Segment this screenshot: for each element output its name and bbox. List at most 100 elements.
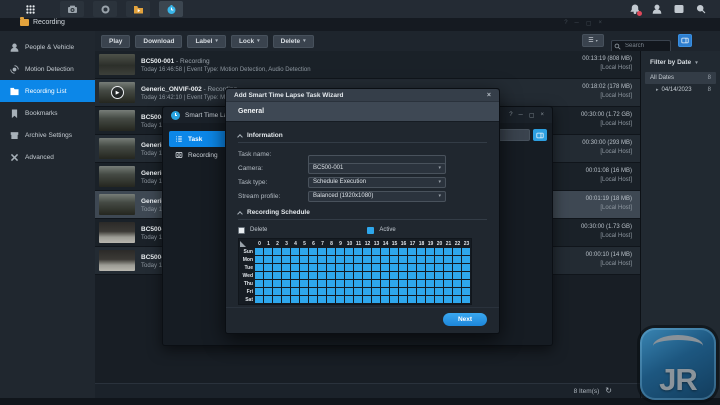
maximize-icon[interactable]: ▢ xyxy=(529,112,535,119)
schedule-cell-active[interactable] xyxy=(444,296,453,304)
schedule-cell-active[interactable] xyxy=(309,288,318,296)
schedule-cell-active[interactable] xyxy=(453,280,462,288)
schedule-cell-active[interactable] xyxy=(300,296,309,304)
schedule-cell-active[interactable] xyxy=(318,264,327,272)
delete-button[interactable]: Delete▾ xyxy=(273,35,314,48)
schedule-cell-active[interactable] xyxy=(408,256,417,264)
recording-thumbnail[interactable] xyxy=(99,194,135,215)
close-icon[interactable]: × xyxy=(540,112,544,119)
schedule-cell-active[interactable] xyxy=(309,280,318,288)
grid-hour-label[interactable]: 7 xyxy=(318,239,327,248)
schedule-cell-active[interactable] xyxy=(336,296,345,304)
schedule-cell-active[interactable] xyxy=(273,280,282,288)
schedule-cell-active[interactable] xyxy=(327,280,336,288)
schedule-cell-active[interactable] xyxy=(462,272,471,280)
schedule-cell-active[interactable] xyxy=(435,248,444,256)
notifications-icon[interactable] xyxy=(629,4,640,15)
schedule-cell-active[interactable] xyxy=(354,248,363,256)
grid-hour-label[interactable]: 1 xyxy=(264,239,273,248)
schedule-cell-active[interactable] xyxy=(318,272,327,280)
schedule-cell-active[interactable] xyxy=(363,296,372,304)
grid-hour-label[interactable]: 14 xyxy=(381,239,390,248)
schedule-cell-active[interactable] xyxy=(426,248,435,256)
schedule-cell-active[interactable] xyxy=(282,256,291,264)
sidebar-item-advanced[interactable]: Advanced xyxy=(0,146,95,168)
schedule-cell-active[interactable] xyxy=(462,248,471,256)
schedule-cell-active[interactable] xyxy=(372,280,381,288)
schedule-cell-active[interactable] xyxy=(291,288,300,296)
sidebar-item-recording-list[interactable]: Recording List xyxy=(0,80,95,102)
schedule-cell-active[interactable] xyxy=(399,280,408,288)
schedule-cell-active[interactable] xyxy=(462,296,471,304)
expand-arrow-icon[interactable]: ▸ xyxy=(656,87,659,93)
schedule-cell-active[interactable] xyxy=(444,280,453,288)
schedule-cell-active[interactable] xyxy=(255,256,264,264)
schedule-cell-active[interactable] xyxy=(399,264,408,272)
filter-item-all-dates[interactable]: All Dates8 xyxy=(645,72,716,84)
schedule-cell-active[interactable] xyxy=(462,288,471,296)
schedule-cell-active[interactable] xyxy=(390,264,399,272)
schedule-cell-active[interactable] xyxy=(417,248,426,256)
taskbar-app-time-lapse-app-icon[interactable] xyxy=(159,1,183,17)
schedule-cell-active[interactable] xyxy=(327,256,336,264)
sidebar-item-motion-detection[interactable]: Motion Detection xyxy=(0,58,95,80)
schedule-cell-active[interactable] xyxy=(372,296,381,304)
schedule-cell-active[interactable] xyxy=(399,272,408,280)
recording-thumbnail[interactable] xyxy=(99,138,135,159)
grid-hour-label[interactable]: 2 xyxy=(273,239,282,248)
schedule-cell-active[interactable] xyxy=(399,288,408,296)
schedule-cell-active[interactable] xyxy=(345,280,354,288)
taskbar-app-snapshot-app-icon[interactable] xyxy=(93,1,117,17)
download-button[interactable]: Download xyxy=(135,35,182,48)
view-mode-button[interactable]: ☰▾ xyxy=(582,34,604,47)
help-icon[interactable]: ? xyxy=(509,112,512,119)
minimize-icon[interactable]: ─ xyxy=(519,112,523,119)
minimize-icon[interactable]: ─ xyxy=(575,20,579,27)
search-icon[interactable] xyxy=(695,4,706,15)
schedule-cell-active[interactable] xyxy=(390,256,399,264)
schedule-cell-active[interactable] xyxy=(381,256,390,264)
play-button[interactable]: Play xyxy=(101,35,130,48)
schedule-cell-active[interactable] xyxy=(264,280,273,288)
grid-hour-label[interactable]: 13 xyxy=(372,239,381,248)
grid-day-label[interactable]: Fri xyxy=(239,288,255,296)
label-button[interactable]: Label▾ xyxy=(187,35,226,48)
schedule-cell-active[interactable] xyxy=(282,272,291,280)
schedule-cell-active[interactable] xyxy=(291,264,300,272)
popup-menu-item-task[interactable]: Task xyxy=(169,131,231,147)
grid-hour-label[interactable]: 3 xyxy=(282,239,291,248)
schedule-cell-active[interactable] xyxy=(327,288,336,296)
schedule-cell-active[interactable] xyxy=(309,272,318,280)
grid-hour-label[interactable]: 17 xyxy=(408,239,417,248)
schedule-cell-active[interactable] xyxy=(291,296,300,304)
schedule-cell-active[interactable] xyxy=(318,256,327,264)
schedule-cell-active[interactable] xyxy=(399,296,408,304)
grid-day-label[interactable]: Sat xyxy=(239,296,255,304)
schedule-cell-active[interactable] xyxy=(255,272,264,280)
main-menu-icon[interactable] xyxy=(22,1,38,17)
task-type-select[interactable]: Schedule Execution▾ xyxy=(308,177,446,188)
grid-day-label[interactable]: Thu xyxy=(239,280,255,288)
schedule-cell-active[interactable] xyxy=(255,296,264,304)
grid-hour-label[interactable]: 5 xyxy=(300,239,309,248)
schedule-cell-active[interactable] xyxy=(399,256,408,264)
schedule-cell-active[interactable] xyxy=(309,256,318,264)
grid-hour-label[interactable]: 8 xyxy=(327,239,336,248)
grid-hour-label[interactable]: 19 xyxy=(426,239,435,248)
schedule-cell-active[interactable] xyxy=(291,280,300,288)
schedule-cell-active[interactable] xyxy=(345,288,354,296)
schedule-cell-active[interactable] xyxy=(291,248,300,256)
recording-thumbnail[interactable]: ▶ xyxy=(99,82,135,103)
grid-hour-label[interactable]: 6 xyxy=(309,239,318,248)
schedule-cell-active[interactable] xyxy=(354,288,363,296)
schedule-cell-active[interactable] xyxy=(390,280,399,288)
schedule-cell-active[interactable] xyxy=(336,256,345,264)
schedule-cell-active[interactable] xyxy=(282,288,291,296)
schedule-cell-active[interactable] xyxy=(390,296,399,304)
schedule-cell-active[interactable] xyxy=(363,256,372,264)
schedule-cell-active[interactable] xyxy=(354,256,363,264)
schedule-cell-active[interactable] xyxy=(309,248,318,256)
schedule-cell-active[interactable] xyxy=(417,288,426,296)
filter-item-04-14-2023[interactable]: ▸04/14/20238 xyxy=(651,84,716,96)
schedule-cell-active[interactable] xyxy=(354,264,363,272)
